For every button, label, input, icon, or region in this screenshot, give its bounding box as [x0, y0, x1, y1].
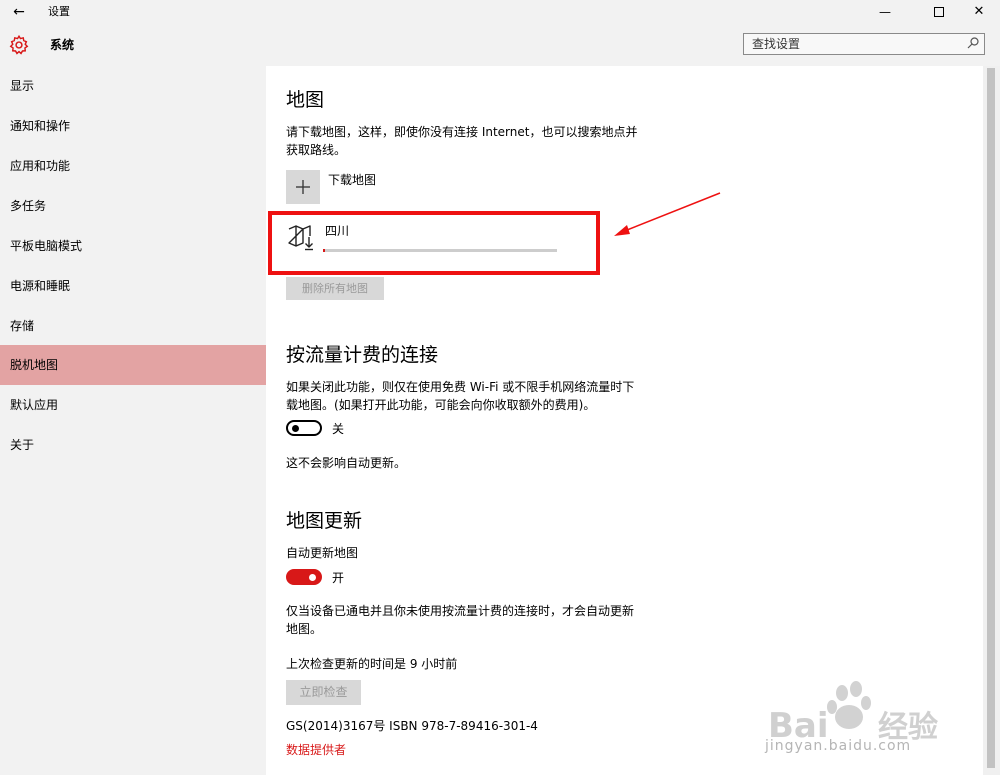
watermark-url: jingyan.baidu.com [765, 738, 912, 754]
sidebar-item-power-sleep[interactable]: 电源和睡眠 [0, 266, 266, 306]
maps-description-line1: 请下载地图，这样，即使你没有连接 Internet，也可以搜索地点并 [286, 125, 638, 139]
sidebar-item-storage[interactable]: 存储 [0, 306, 266, 346]
auto-update-toggle[interactable] [286, 569, 322, 585]
metered-heading: 按流量计费的连接 [286, 344, 439, 366]
last-checked-text: 上次检查更新的时间是 9 小时前 [286, 657, 458, 671]
metered-note: 这不会影响自动更新。 [286, 456, 407, 470]
sidebar-item-tablet-mode[interactable]: 平板电脑模式 [0, 226, 266, 266]
sidebar-item-default-apps[interactable]: 默认应用 [0, 385, 266, 425]
auto-update-toggle-state: 开 [332, 571, 345, 585]
scrollbar[interactable] [983, 66, 1000, 775]
window-title: 设置 [48, 5, 70, 18]
section-title: 系统 [50, 38, 75, 52]
gear-icon [9, 34, 29, 55]
updates-description-line2: 地图。 [286, 622, 323, 636]
check-now-button[interactable]: 立即检查 [286, 680, 361, 705]
sidebar-item-apps-features[interactable]: 应用和功能 [0, 146, 266, 186]
maps-heading: 地图 [286, 89, 325, 111]
download-maps-button[interactable] [286, 170, 320, 204]
annotation-arrow-icon [614, 192, 721, 236]
search-box[interactable] [743, 33, 985, 55]
copyright-text: GS(2014)3167号 ISBN 978-7-89416-301-4 [286, 719, 538, 733]
sidebar-item-offline-maps[interactable]: 脱机地图 [0, 345, 266, 385]
toggle-knob [309, 574, 316, 581]
minimize-button[interactable]: — [862, 0, 908, 24]
annotation-highlight-box [268, 211, 600, 275]
sidebar-item-display[interactable]: 显示 [0, 66, 266, 106]
updates-heading: 地图更新 [286, 510, 363, 532]
back-arrow-icon[interactable]: ← [8, 2, 30, 22]
download-maps-label[interactable]: 下载地图 [328, 171, 376, 188]
plus-icon [296, 180, 310, 194]
sidebar: 显示 通知和操作 应用和功能 多任务 平板电脑模式 电源和睡眠 存储 脱机地图 … [0, 66, 266, 775]
metered-toggle-state: 关 [332, 422, 345, 436]
title-bar: ← 设置 — ✕ [0, 0, 1000, 24]
metered-description-line2: 载地图。(如果打开此功能，可能会向你收取额外的费用)。 [286, 398, 596, 412]
search-icon[interactable] [966, 36, 980, 50]
metered-description-line1: 如果关闭此功能，则仅在使用免费 Wi-Fi 或不限手机网络流量时下 [286, 380, 635, 394]
settings-header: 系统 [0, 24, 1000, 66]
sidebar-item-multitasking[interactable]: 多任务 [0, 186, 266, 226]
sidebar-item-about[interactable]: 关于 [0, 425, 266, 465]
auto-update-label: 自动更新地图 [286, 546, 359, 560]
data-provider-link[interactable]: 数据提供者 [286, 741, 346, 758]
toggle-knob [292, 425, 299, 432]
close-button[interactable]: ✕ [956, 0, 1000, 24]
delete-all-maps-button[interactable]: 删除所有地图 [286, 277, 384, 300]
maximize-icon [934, 6, 944, 17]
sidebar-item-notifications[interactable]: 通知和操作 [0, 106, 266, 146]
maps-description-line2: 获取路线。 [286, 143, 347, 157]
scrollbar-thumb[interactable] [987, 68, 995, 768]
metered-toggle[interactable] [286, 420, 322, 436]
updates-description-line1: 仅当设备已通电并且你未使用按流量计费的连接时，才会自动更新 [286, 604, 635, 618]
search-input[interactable] [744, 34, 967, 54]
